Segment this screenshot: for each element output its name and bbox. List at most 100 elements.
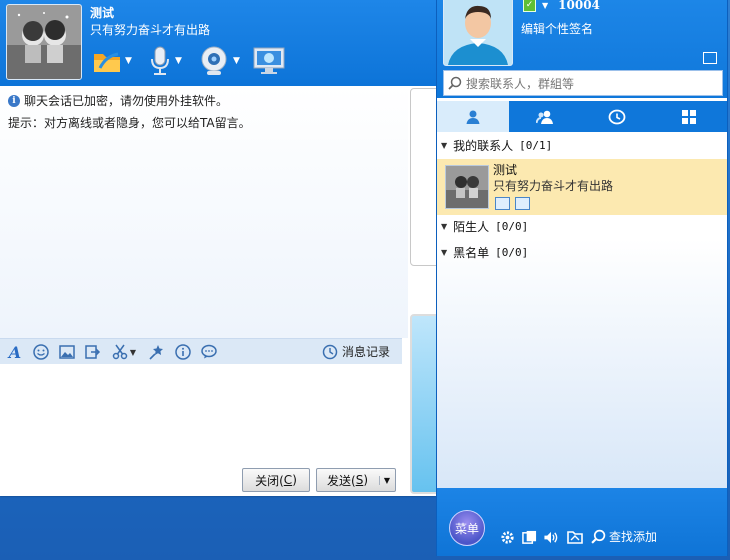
tab-apps[interactable] [653, 101, 725, 132]
search-icon [591, 529, 606, 544]
mail-icon[interactable] [703, 52, 717, 64]
send-button-suffix: ) [363, 473, 368, 487]
group-blacklist[interactable]: ▼ 黑名单 [0/0] [441, 242, 528, 262]
message-input[interactable] [0, 364, 402, 464]
search-placeholder: 搜索联系人，群組等 [466, 76, 575, 91]
shake-button[interactable] [84, 343, 102, 361]
file-transfer-button[interactable]: ▼ [92, 44, 132, 78]
status-chevron-down-icon[interactable]: ▼ [542, 1, 548, 10]
side-info-panel [410, 88, 438, 266]
webcam-icon [201, 46, 227, 75]
find-add-button[interactable]: 查找添加 [591, 528, 657, 545]
contact-item-avatar[interactable] [445, 165, 489, 209]
magic-button[interactable] [148, 343, 166, 361]
gear-icon [500, 530, 514, 544]
tab-contacts[interactable] [437, 101, 509, 132]
group-strangers[interactable]: ▼ 陌生人 [0/0] [441, 216, 528, 236]
file-assistant-button[interactable] [567, 529, 583, 545]
contact-search-input[interactable]: 搜索联系人，群組等 [443, 70, 723, 96]
panel-footer: 菜单 查找添加 [437, 488, 727, 556]
message-manager-button[interactable] [521, 529, 537, 545]
group-my-contacts[interactable]: ▼ 我的联系人 [0/1] [441, 135, 552, 155]
chevron-down-icon[interactable]: ▼ [125, 56, 132, 66]
file-share-icon[interactable] [515, 197, 530, 210]
star-wand-icon [149, 345, 163, 360]
send-options-chevron-icon[interactable]: ▼ [378, 475, 390, 485]
chevron-down-icon[interactable]: ▼ [233, 56, 240, 66]
remote-desktop-button[interactable] [252, 44, 286, 78]
message-history-button[interactable]: 消息记录 [322, 343, 390, 360]
offline-notice-text: 提示：对方离线或者隐身，您可以给TA留言。 [8, 116, 251, 130]
contact-signature: 只有努力奋斗才有出路 [90, 23, 211, 37]
image-icon [59, 345, 75, 359]
online-status-icon[interactable]: ✓ [523, 0, 536, 12]
sound-button[interactable] [543, 529, 559, 545]
my-account-id: 10004 [558, 0, 600, 12]
info-button[interactable] [174, 343, 192, 361]
contact-panel: ✓ ▼ 10004 编辑个性签名 搜索联系人，群組等 ▼ 我的联系人 [0/1] [436, 0, 728, 556]
screenshot-button[interactable]: ▼ [110, 343, 138, 361]
contact-list-item[interactable]: 测试 只有努力奋斗才有出路 [437, 159, 727, 215]
chevron-down-icon[interactable]: ▼ [130, 348, 136, 357]
recent-chat-icon [608, 109, 626, 124]
chat-header: 测试 只有努力奋斗才有出路 ▼ ▼ ▼ [0, 0, 436, 86]
find-add-label: 查找添加 [609, 530, 658, 544]
contact-name: 测试 [90, 6, 115, 20]
monitor-icon [253, 47, 285, 74]
status-row: ✓ ▼ 10004 [523, 0, 600, 12]
settings-button[interactable] [499, 529, 515, 545]
speech-bubble-icon [201, 344, 217, 359]
group-expanded-icon: ▼ [441, 247, 448, 257]
group-name: 我的联系人 [453, 138, 514, 153]
search-icon [448, 76, 462, 90]
offline-notice: 提示：对方离线或者隐身，您可以给TA留言。 [8, 114, 251, 131]
close-button-label: 关闭( [255, 473, 284, 488]
folder-icon [94, 52, 120, 72]
person-icon [466, 110, 480, 124]
speaker-icon [544, 531, 558, 543]
message-history-label: 消息记录 [341, 345, 390, 359]
group-icon [536, 110, 553, 124]
tab-recent[interactable] [581, 101, 653, 132]
message-history-area[interactable]: i 聊天会话已加密，请勿使用外挂软件。 提示：对方离线或者隐身，您可以给TA留言… [0, 86, 408, 338]
voice-button[interactable]: ▼ [148, 44, 182, 78]
group-count: [0/0] [495, 245, 529, 259]
close-button-key: C [283, 473, 293, 487]
send-button-key: S [355, 473, 364, 487]
emoji-button[interactable] [32, 343, 50, 361]
send-button-label: 发送( [327, 473, 356, 488]
quick-reply-button[interactable] [200, 343, 218, 361]
main-tabs [437, 101, 727, 132]
history-clock-icon [322, 344, 338, 359]
group-expanded-icon: ▼ [441, 221, 448, 231]
my-signature[interactable]: 编辑个性签名 [521, 20, 593, 37]
folder-icon [567, 531, 583, 544]
group-expanded-icon: ▼ [441, 140, 448, 150]
profile-card-icon[interactable] [495, 197, 510, 210]
chevron-down-icon[interactable]: ▼ [175, 56, 182, 66]
contact-list: ▼ 我的联系人 [0/1] 测试 只有努力奋斗才有出路 ▼ 陌生人 [0/0] … [437, 132, 727, 488]
smiley-icon [33, 344, 49, 360]
video-button[interactable]: ▼ [198, 44, 240, 78]
window-shake-icon [85, 345, 101, 359]
image-button[interactable] [58, 343, 76, 361]
profile-header: ✓ ▼ 10004 编辑个性签名 搜索联系人，群組等 [437, 0, 727, 98]
contact-avatar[interactable] [6, 4, 82, 80]
scissors-icon [112, 344, 128, 360]
group-count: [0/1] [519, 138, 553, 152]
close-button[interactable]: 关闭(C) [242, 468, 310, 492]
send-button[interactable]: 发送(S) ▼ [316, 468, 396, 492]
chat-window: 测试 只有努力奋斗才有出路 ▼ ▼ ▼ i 聊天会话已加密，请勿使用外挂软件。 … [0, 0, 440, 496]
contact-item-name: 测试 [493, 163, 518, 177]
font-button[interactable]: A [6, 342, 24, 362]
font-icon: A [8, 342, 22, 362]
input-toolbar: A ▼ 消息记录 [0, 338, 402, 366]
encryption-notice-text: 聊天会话已加密，请勿使用外挂软件。 [24, 94, 229, 108]
my-avatar[interactable] [443, 0, 513, 66]
main-menu-button[interactable]: 菜单 [449, 510, 485, 546]
group-count: [0/0] [495, 219, 529, 233]
close-button-suffix: ) [292, 473, 297, 487]
group-name: 黑名单 [453, 245, 490, 260]
tab-groups[interactable] [509, 101, 581, 132]
group-name: 陌生人 [453, 219, 490, 234]
